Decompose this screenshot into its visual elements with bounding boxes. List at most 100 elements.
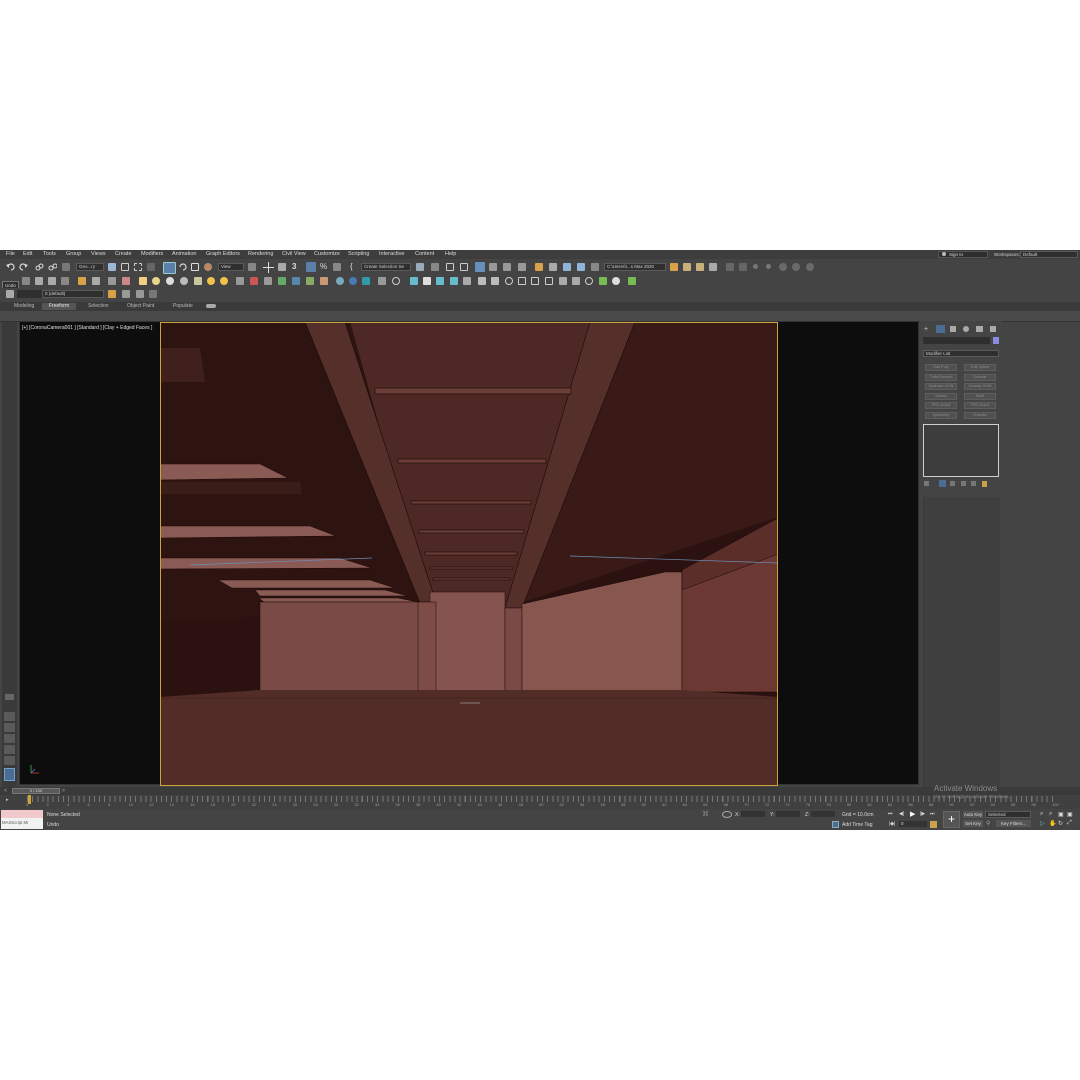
motion-tab-icon[interactable] [963, 326, 969, 332]
schematic-view-icon[interactable] [503, 263, 511, 271]
modifier-button[interactable]: Shell [964, 393, 996, 400]
track-bar[interactable]: ▸ 0 2 4 6 8 10 12 14 16 18 20 22 24 26 28 30 32 34 36 38 40 4… [0, 795, 1080, 809]
circle-2-icon[interactable] [792, 263, 800, 271]
menu-interactive[interactable]: Interactive [379, 251, 404, 258]
toggle-ribbon-icon[interactable] [475, 262, 485, 272]
time-slider-thumb[interactable]: 0 / 100 [12, 788, 60, 794]
absolute-mode-icon[interactable] [722, 811, 732, 818]
bulb-icon[interactable] [612, 277, 620, 285]
create-selection-set-dropdown[interactable]: Create Selection Se [361, 263, 411, 271]
eye-icon[interactable] [585, 277, 593, 285]
reference-coordinate-dropdown[interactable]: View [218, 263, 244, 271]
prev-frame-icon[interactable]: < [4, 788, 7, 794]
tool-v-icon[interactable] [436, 277, 444, 285]
angle-snap-icon[interactable] [306, 262, 316, 272]
tool-q-icon[interactable] [349, 277, 357, 285]
maxscript-input[interactable] [1, 810, 43, 818]
add-time-tag-label[interactable]: Add Time Tag [842, 822, 872, 828]
trash-icon[interactable] [982, 481, 987, 487]
ribbon-toggle-icon[interactable] [206, 304, 216, 308]
utilities-tab-icon[interactable] [990, 326, 996, 332]
go-to-end-icon[interactable]: ⏭ [930, 811, 935, 817]
undo-icon[interactable] [6, 263, 15, 271]
show-end-result-icon[interactable] [939, 480, 946, 487]
previous-frame-icon[interactable]: ◀| [899, 811, 904, 817]
modifier-button[interactable]: TurboSmooth [925, 374, 957, 381]
tool-j-icon[interactable] [250, 277, 258, 285]
circle-3-icon[interactable] [806, 263, 814, 271]
link-icon[interactable] [35, 263, 44, 271]
disc-icon[interactable] [180, 277, 188, 285]
key-selection-dropdown[interactable]: Selected [985, 811, 1031, 818]
modifier-list-dropdown[interactable]: Modifier List [923, 350, 999, 357]
maximize-viewport-icon[interactable]: ⤢ [1067, 820, 1072, 827]
rectangular-selection-icon[interactable] [134, 263, 142, 271]
current-frame-field[interactable]: 0 [899, 821, 927, 827]
select-scale-icon[interactable] [191, 263, 199, 271]
menu-animation[interactable]: Animation [172, 251, 196, 258]
layout-tab-5[interactable] [4, 756, 15, 765]
x-coordinate-field[interactable] [741, 811, 765, 817]
menu-file[interactable]: File [6, 251, 15, 258]
tool-i-icon[interactable] [236, 277, 244, 285]
sphere-icon[interactable] [166, 277, 174, 285]
menu-edit[interactable]: Edit [23, 251, 32, 258]
tool-aa-icon[interactable] [559, 277, 567, 285]
corona-tool-icon[interactable] [726, 263, 734, 271]
snaps-toggle-icon[interactable]: 3 [292, 262, 296, 271]
modifier-button[interactable]: Sweep [925, 393, 957, 400]
zoom-all-icon[interactable]: ⌕ [1049, 811, 1052, 818]
key-mode-toggle-icon[interactable]: |◆| [889, 821, 895, 827]
sun-2-icon[interactable] [220, 277, 228, 285]
render-cloud-icon[interactable] [577, 263, 585, 271]
select-manipulate-icon[interactable] [263, 262, 274, 273]
tool-l-icon[interactable] [278, 277, 286, 285]
workspaces-dropdown[interactable]: Default [1020, 251, 1078, 258]
auto-key-button[interactable]: Auto Key [963, 811, 983, 818]
tool-f-icon[interactable] [92, 277, 100, 285]
tool-t-icon[interactable] [410, 277, 418, 285]
named-selection-icon[interactable]: { [350, 262, 353, 271]
redo-icon[interactable] [19, 263, 28, 271]
double-chevron-icon[interactable] [628, 277, 636, 285]
add-layer-icon[interactable] [108, 290, 116, 298]
layout-tab-active[interactable] [4, 768, 15, 781]
layout-tab-4[interactable] [4, 745, 15, 754]
pin-stack-icon[interactable] [924, 481, 929, 486]
wrench-icon[interactable] [709, 263, 717, 271]
menu-customize[interactable]: Customize [314, 251, 340, 258]
make-unique-icon[interactable] [950, 481, 955, 486]
target-icon[interactable] [505, 277, 513, 285]
create-tab-icon[interactable]: + [924, 326, 928, 333]
modifier-button[interactable]: Extrude [964, 374, 996, 381]
go-to-start-icon[interactable]: ⏮ [888, 811, 893, 817]
tool-b-icon[interactable] [35, 277, 43, 285]
expand-layouts-icon[interactable] [5, 694, 14, 700]
layer-dropdown[interactable]: 0 (default) [42, 290, 104, 298]
menu-create[interactable]: Create [115, 251, 132, 258]
next-frame-button-icon[interactable]: |▶ [920, 811, 925, 817]
menu-modifiers[interactable]: Modifiers [141, 251, 163, 258]
mirror-icon[interactable] [416, 263, 424, 271]
time-config-icon[interactable] [930, 821, 937, 828]
modify-tab-icon[interactable] [936, 325, 945, 333]
z-coordinate-field[interactable] [811, 811, 835, 817]
tool-z-icon[interactable] [491, 277, 499, 285]
layout-tab-2[interactable] [4, 723, 15, 732]
modifier-button[interactable]: Unwrap UVW [964, 383, 996, 390]
tab-freeform[interactable]: Freeform [42, 303, 76, 310]
frame-icon[interactable] [545, 277, 553, 285]
tool-k-icon[interactable] [264, 277, 272, 285]
object-color-swatch[interactable] [993, 337, 999, 344]
maxscript-listener[interactable]: MAXScript Mi [1, 810, 43, 829]
next-frame-icon[interactable]: > [62, 788, 65, 794]
set-key-button[interactable]: Set Key [963, 820, 983, 827]
tab-object-paint[interactable]: Object Paint [127, 303, 154, 310]
tool-d-icon[interactable] [61, 277, 69, 285]
align-icon[interactable] [431, 263, 439, 271]
play-icon[interactable]: ▶ [910, 810, 915, 818]
material-editor-icon[interactable] [518, 263, 526, 271]
menu-group[interactable]: Group [66, 251, 81, 258]
pan-icon[interactable]: ✋ [1049, 820, 1056, 827]
tool-w-icon[interactable] [450, 277, 458, 285]
